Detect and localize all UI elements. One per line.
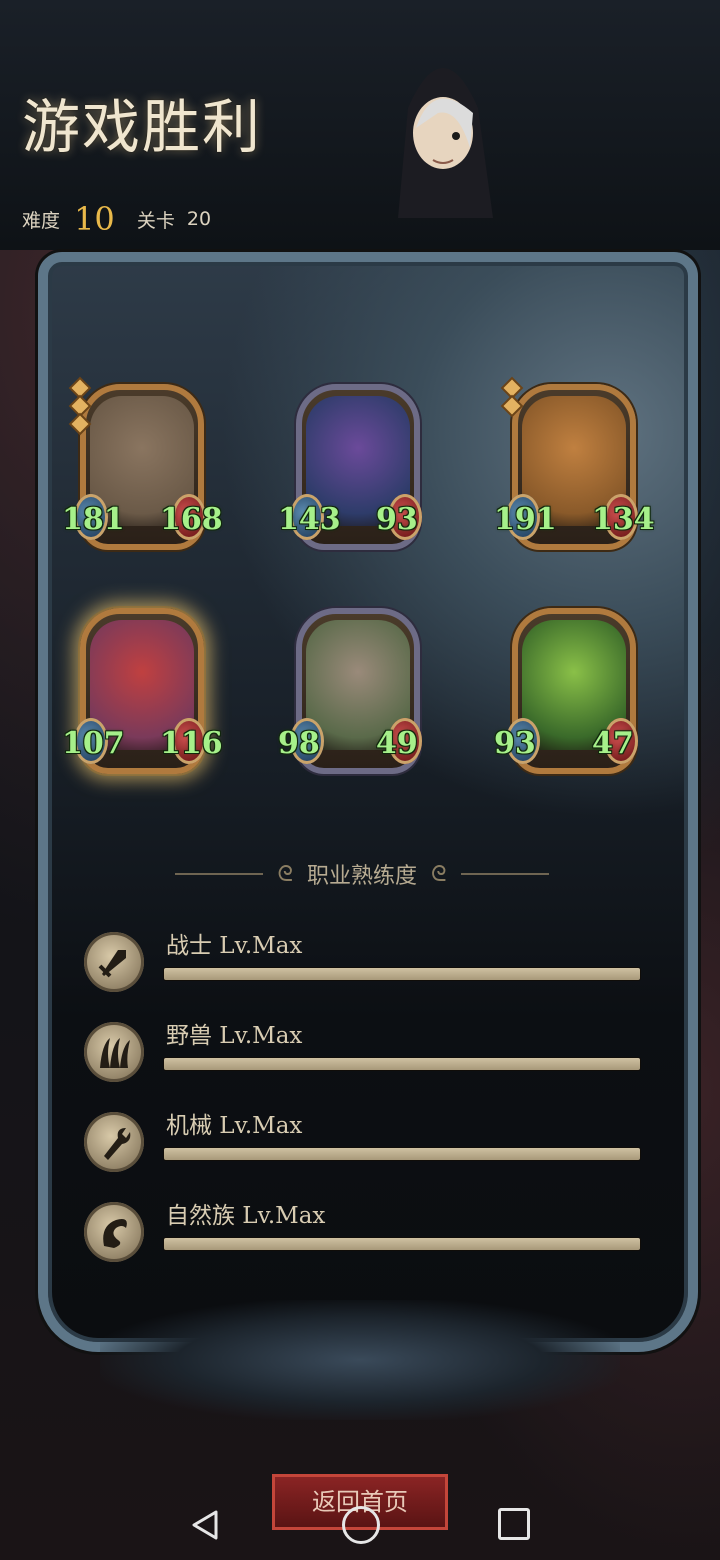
minion-card[interactable]: 107 116 xyxy=(62,602,223,776)
mastery-progress-bar xyxy=(164,1148,640,1160)
header: 游戏胜利 难度 10 关卡 20 xyxy=(0,0,720,250)
health-value: 93 xyxy=(376,502,418,537)
recent-apps-icon[interactable] xyxy=(498,1508,530,1540)
sword-icon xyxy=(84,932,144,992)
tier-pip-icon xyxy=(71,415,89,433)
attack-value: 93 xyxy=(494,726,536,761)
back-icon[interactable] xyxy=(188,1508,222,1542)
mastery-progress-bar xyxy=(164,1238,640,1250)
tier-pips xyxy=(503,379,521,418)
health-value: 134 xyxy=(592,502,655,537)
mastery-progress-fill xyxy=(164,968,640,980)
health-value: 49 xyxy=(376,726,418,761)
mastery-progress-fill xyxy=(164,1238,640,1250)
mastery-label: 战士 Lv.Max xyxy=(166,933,303,959)
mastery-label: 机械 Lv.Max xyxy=(166,1113,303,1139)
minion-card[interactable]: 98 49 xyxy=(278,602,422,776)
mastery-label: 自然族 Lv.Max xyxy=(166,1203,326,1229)
android-nav-bar xyxy=(0,1490,720,1560)
leaf-icon xyxy=(84,1202,144,1262)
mastery-progress-bar xyxy=(164,968,640,980)
tier-pip-icon xyxy=(71,397,89,415)
mastery-row-warrior: 战士 Lv.Max xyxy=(84,926,644,996)
stage-value: 20 xyxy=(186,208,212,230)
health-value: 47 xyxy=(592,726,634,761)
swirl-icon: ᘓ xyxy=(431,861,447,887)
tier-pips xyxy=(71,379,89,436)
health-value: 168 xyxy=(160,502,223,537)
attack-value: 181 xyxy=(62,502,125,537)
minion-card[interactable]: 143 93 xyxy=(278,378,422,552)
panel-ornament xyxy=(100,1300,620,1420)
difficulty-row: 难度 10 关卡 20 xyxy=(22,200,211,238)
mastery-label: 野兽 Lv.Max xyxy=(166,1023,303,1049)
tier-pip-icon xyxy=(71,379,89,397)
minion-card[interactable]: 191 134 xyxy=(494,378,655,552)
mastery-progress-fill xyxy=(164,1148,640,1160)
claw-icon xyxy=(84,1022,144,1082)
attack-value: 143 xyxy=(278,502,341,537)
mastery-progress-bar xyxy=(164,1058,640,1070)
mastery-row-mech: 机械 Lv.Max xyxy=(84,1106,644,1176)
mastery-row-nature: 自然族 Lv.Max xyxy=(84,1196,644,1266)
attack-value: 107 xyxy=(62,726,125,761)
attack-value: 98 xyxy=(278,726,320,761)
mastery-title: 职业熟练度 xyxy=(306,864,417,889)
mastery-progress-fill xyxy=(164,1058,640,1070)
home-icon[interactable] xyxy=(342,1506,380,1544)
stage-label: 关卡 xyxy=(136,209,175,232)
divider-line xyxy=(175,873,264,875)
difficulty-value: 10 xyxy=(74,200,115,238)
minion-card[interactable]: 181 168 xyxy=(62,378,223,552)
swirl-icon: ᘓ xyxy=(277,861,293,887)
mastery-header: ᘓ 职业熟练度 ᘓ xyxy=(134,858,590,890)
hooded-hero-portrait xyxy=(398,68,493,218)
health-value: 116 xyxy=(160,726,223,761)
tier-pip-icon xyxy=(503,397,521,415)
page-title: 游戏胜利 xyxy=(22,93,263,161)
wrench-icon xyxy=(84,1112,144,1172)
divider-line xyxy=(460,873,549,875)
minion-card[interactable]: 93 47 xyxy=(494,602,638,776)
mastery-row-beast: 野兽 Lv.Max xyxy=(84,1016,644,1086)
attack-value: 191 xyxy=(494,502,557,537)
tier-pip-icon xyxy=(503,379,521,397)
difficulty-label: 难度 xyxy=(22,209,61,232)
